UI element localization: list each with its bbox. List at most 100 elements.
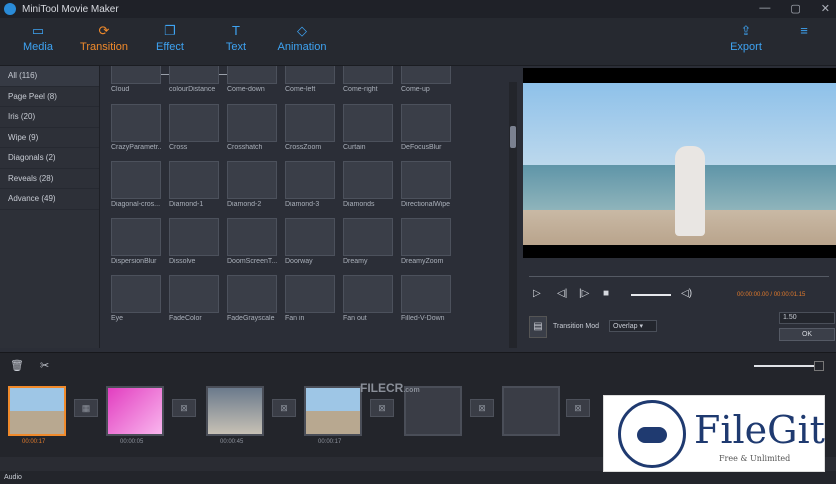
transition-tile[interactable]: Dissolve [169,218,219,265]
next-frame-icon[interactable]: |▷ [579,288,589,299]
transition-thumbnail [227,161,277,199]
volume-slider[interactable] [631,294,671,296]
transition-tile[interactable]: FadeColor [169,275,219,322]
fit-zoom-icon[interactable] [814,361,824,371]
transition-thumbnail [343,104,393,142]
filegit-watermark: FileGit Free & Unlimited [603,395,825,472]
maximize-button[interactable]: ▢ [790,2,800,15]
transition-tile[interactable]: DeFocusBlur [401,104,451,151]
transition-tile[interactable]: Diamond-3 [285,161,335,208]
transition-slot[interactable]: ▦ [74,399,98,417]
transition-label: Doorway [285,258,313,265]
transition-label: Come-right [343,86,378,93]
time-display: 00:00:00.00 / 00:00:01.15 [737,292,806,298]
transition-tile[interactable]: Diamond-1 [169,161,219,208]
duration-input[interactable]: 1.50 [779,312,835,324]
transition-tile[interactable]: Curtain [343,104,393,151]
transition-thumbnail [343,66,393,84]
empty-clip-slot[interactable] [502,386,560,436]
filegit-text: FileGit [694,408,825,452]
transition-tile[interactable]: Doorway [285,218,335,265]
transition-tab[interactable]: ⟳ Transition [74,24,134,54]
transition-tile[interactable]: Diamonds [343,161,393,208]
transition-grid: Cloud colourDistance Come-down Come-left Com… [101,66,517,348]
zoom-slider[interactable] [754,365,814,367]
transition-tile[interactable]: CrossZoom [285,104,335,151]
category-diagonals[interactable]: Diagonals (2) [0,148,99,169]
transition-tile[interactable]: Crosshatch [227,104,277,151]
transition-slot[interactable]: ⊠ [370,399,394,417]
transition-label: colourDistance [169,86,216,93]
previous-frame-icon[interactable]: ◁| [557,288,567,299]
timeline-clip-3[interactable] [206,386,264,436]
timeline-clip-4[interactable] [304,386,362,436]
media-tab[interactable]: ▭ Media [8,24,68,54]
scrollbar-thumb[interactable] [510,126,516,148]
transition-mode-icon: ▤ [529,316,547,338]
transition-slot[interactable]: ⊠ [470,399,494,417]
menu-button[interactable]: ≡ [774,24,834,41]
hamburger-icon: ≡ [800,23,808,38]
transition-tile[interactable]: Dreamy [343,218,393,265]
cloud-icon [637,427,667,443]
transition-slot[interactable]: ⊠ [272,399,296,417]
timeline-clip-2[interactable] [106,386,164,436]
stop-icon[interactable]: ■ [603,288,609,299]
transition-thumbnail [343,218,393,256]
transition-tile[interactable]: Fan out [343,275,393,322]
timeline-clip-1[interactable] [8,386,66,436]
transition-slot[interactable]: ⊠ [172,399,196,417]
seek-bar[interactable] [529,276,829,277]
effect-tab[interactable]: ❐ Effect [140,24,200,54]
category-wipe[interactable]: Wipe (9) [0,128,99,148]
transition-thumbnail [285,66,335,84]
transition-tile[interactable]: DreamyZoom [401,218,451,265]
transition-tile[interactable]: Come-right [343,66,393,93]
transition-tile[interactable]: Come-down [227,66,277,93]
ok-button[interactable]: OK [779,328,835,341]
transition-tile[interactable]: Come-up [401,66,451,93]
transition-tile[interactable]: Diagonal-cros... [111,161,161,208]
transition-mode-dropdown[interactable]: Overlap ▾ [609,320,657,332]
transition-tile[interactable]: DirectionalWipe [401,161,451,208]
minimize-button[interactable]: — [759,2,770,15]
transition-tile[interactable]: Come-left [285,66,335,93]
transition-tile[interactable]: Diamond-2 [227,161,277,208]
transition-tile[interactable]: Cloud [111,66,161,93]
category-page-peel[interactable]: Page Peel (8) [0,87,99,107]
transition-label: DispersionBlur [111,258,157,265]
transition-tile[interactable]: Fan in [285,275,335,322]
transition-tile[interactable]: Eye [111,275,161,322]
clip-duration: 00:00:45 [220,439,244,445]
grid-scrollbar[interactable] [509,82,517,348]
clip-duration: 00:00:05 [120,439,144,445]
transition-tile[interactable]: DispersionBlur [111,218,161,265]
transition-thumbnail [169,161,219,199]
transition-thumbnail [401,161,451,199]
scissors-icon[interactable]: ✂ [40,359,49,372]
close-button[interactable]: ✕ [821,2,830,15]
transition-label: DreamyZoom [401,258,444,265]
trash-icon[interactable]: 🗑 [10,359,24,372]
export-button[interactable]: ⇪ Export [716,23,776,54]
transition-tile[interactable]: Filled-V-Down [401,275,451,322]
animation-tab[interactable]: ◇ Animation [272,24,332,54]
playback-controls: ▷ ◁| |▷ ■ ◁) 00:00:00.00 / 00:00:01.15 [531,288,831,302]
transition-tile[interactable]: colourDistance [169,66,219,93]
transition-tile[interactable]: DoomScreenT... [227,218,277,265]
play-icon[interactable]: ▷ [533,288,541,299]
category-iris[interactable]: Iris (20) [0,107,99,128]
export-icon: ⇪ [740,23,752,38]
transition-tile[interactable]: Cross [169,104,219,151]
category-reveals[interactable]: Reveals (28) [0,169,99,189]
text-tab[interactable]: T Text [206,24,266,54]
transition-thumbnail [169,218,219,256]
category-advance[interactable]: Advance (49) [0,189,99,210]
transition-tile[interactable]: FadeGrayscale [227,275,277,322]
audio-label: Audio [4,474,22,481]
transition-slot[interactable]: ⊠ [566,399,590,417]
transition-tile[interactable]: CrazyParametr... [111,104,161,151]
volume-icon[interactable]: ◁) [681,288,692,299]
category-all[interactable]: All (116) [0,66,99,87]
transition-label: Come-up [401,86,430,93]
